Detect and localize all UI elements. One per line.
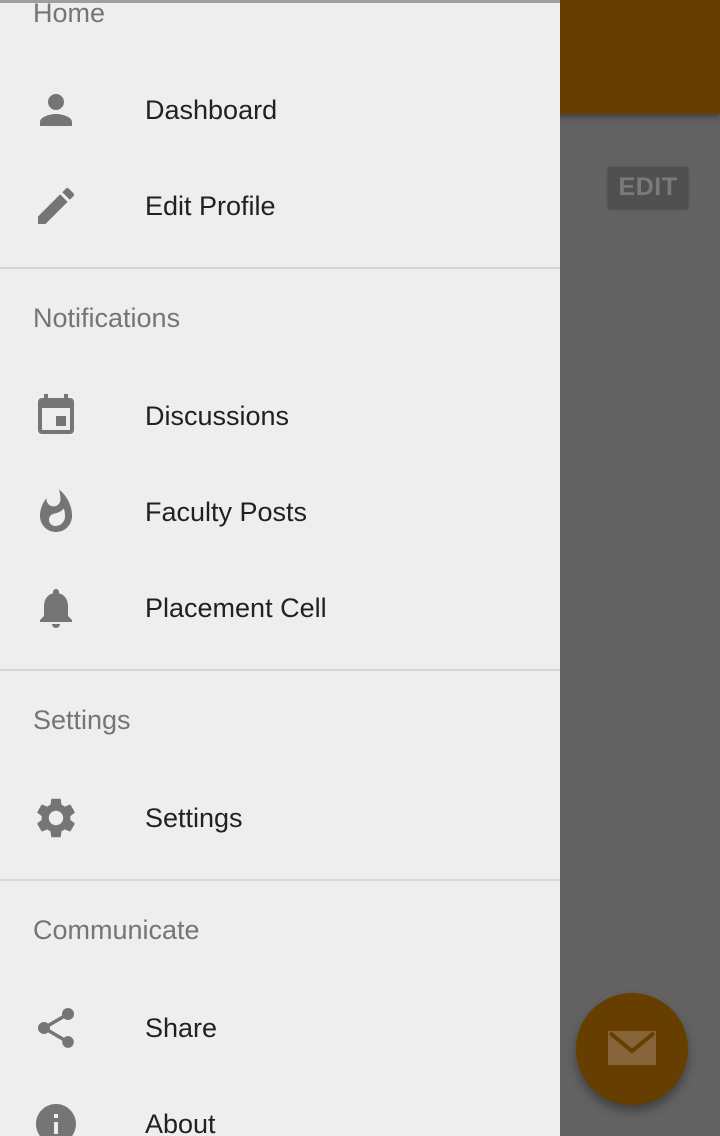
section-divider <box>0 879 560 881</box>
drawer-item-label: Placement Cell <box>145 593 327 623</box>
gear-icon <box>32 794 80 842</box>
calendar-icon <box>32 392 80 440</box>
share-icon <box>32 1004 80 1052</box>
drawer-item-label: Share <box>145 1013 218 1043</box>
section-header-settings: Settings <box>33 705 131 735</box>
edit-button[interactable]: EDIT <box>608 167 688 208</box>
navigation-drawer: Home Dashboard Edit Profile Notification… <box>0 0 560 1136</box>
person-icon <box>32 86 80 134</box>
section-divider <box>0 267 560 269</box>
compose-mail-fab[interactable] <box>576 993 688 1105</box>
mail-icon <box>608 1031 656 1065</box>
section-header-home: Home <box>33 0 106 28</box>
section-header-notifications: Notifications <box>33 303 181 333</box>
bell-icon <box>32 584 80 632</box>
drawer-item-label: Edit Profile <box>145 191 276 221</box>
info-icon <box>32 1100 80 1136</box>
section-header-communicate: Communicate <box>33 915 200 945</box>
drawer-item-edit-profile[interactable]: Edit Profile <box>0 158 560 254</box>
drawer-item-label: Faculty Posts <box>145 497 308 527</box>
drawer-item-placement-cell[interactable]: Placement Cell <box>0 560 560 656</box>
drawer-item-label: About <box>145 1109 216 1136</box>
drawer-item-label: Dashboard <box>145 95 278 125</box>
drawer-item-about[interactable]: About <box>0 1076 560 1136</box>
drawer-item-discussions[interactable]: Discussions <box>0 368 560 464</box>
drawer-item-label: Settings <box>145 803 243 833</box>
drawer-item-dashboard[interactable]: Dashboard <box>0 62 560 158</box>
drawer-item-settings[interactable]: Settings <box>0 770 560 866</box>
flame-icon <box>32 488 80 536</box>
drawer-item-faculty-posts[interactable]: Faculty Posts <box>0 464 560 560</box>
drawer-item-label: Discussions <box>145 401 290 431</box>
section-divider <box>0 669 560 671</box>
app-screen: EDIT Home Dashboard Edit Profile Notific… <box>0 0 720 1136</box>
drawer-item-share[interactable]: Share <box>0 980 560 1076</box>
pencil-icon <box>32 182 80 230</box>
